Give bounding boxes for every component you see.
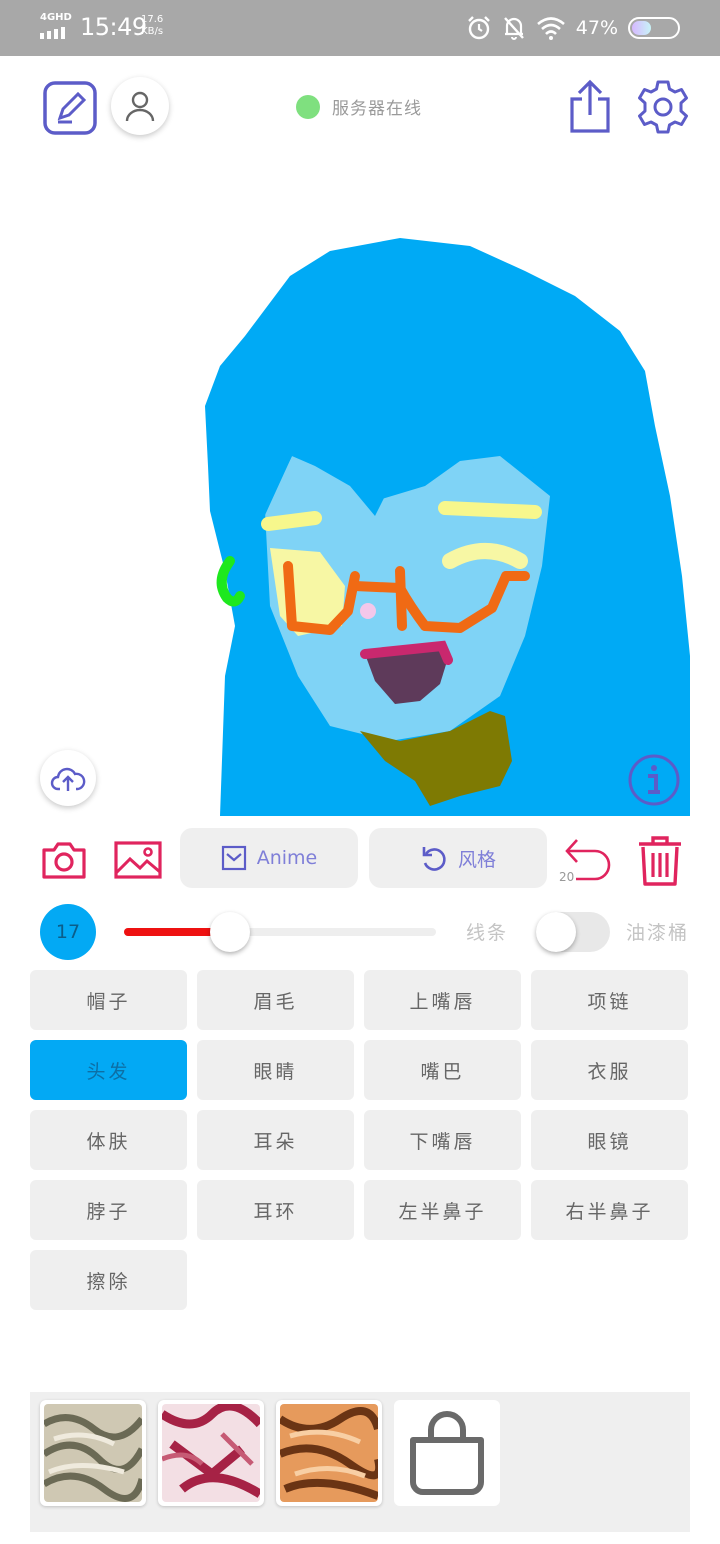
share-icon — [570, 79, 610, 133]
part-button[interactable]: 耳朵 — [197, 1110, 354, 1170]
nose-stroke — [360, 603, 376, 619]
part-button[interactable]: 头发 — [30, 1040, 187, 1100]
part-button[interactable]: 下嘴唇 — [364, 1110, 521, 1170]
gallery-button[interactable] — [112, 838, 164, 882]
texture-marble-orange — [280, 1404, 378, 1502]
server-status-dot — [296, 94, 320, 119]
profile-button[interactable] — [111, 77, 169, 135]
clock: 15:49 — [80, 13, 147, 41]
trash-icon — [639, 836, 681, 886]
settings-button[interactable] — [634, 78, 692, 136]
part-button[interactable]: 上嘴唇 — [364, 970, 521, 1030]
style-button[interactable]: 风格 — [369, 828, 547, 888]
info-button[interactable] — [626, 752, 682, 808]
brush-size-badge: 17 — [40, 904, 96, 960]
cloud-upload-button[interactable] — [40, 750, 96, 806]
network-speed-value: 17.6 — [141, 14, 164, 25]
anime-button[interactable]: Anime — [180, 828, 358, 888]
part-button[interactable]: 帽子 — [30, 970, 187, 1030]
part-button[interactable]: 左半鼻子 — [364, 1180, 521, 1240]
parts-grid: 帽子 眉毛 上嘴唇 项链头发 眼睛 嘴巴 衣服体肤 耳朵 下嘴唇 眼镜脖子 耳环 左半鼻子 右半鼻子擦除 — [30, 970, 690, 1310]
paint-bucket-label: 油漆桶 — [626, 922, 690, 944]
network-label: 4GHD — [40, 12, 72, 23]
network-speed: 17.6 KB/s — [141, 14, 163, 38]
share-button[interactable] — [564, 78, 616, 136]
part-button[interactable]: 项链 — [531, 970, 688, 1030]
edit-icon — [43, 81, 97, 135]
cloud-upload-icon — [50, 767, 86, 791]
style-button-label: 风格 — [457, 848, 496, 871]
wifi-icon — [536, 17, 565, 40]
status-bar: 4GHD 15:49 17.6 KB/s 47% — [0, 0, 720, 56]
part-button[interactable]: 右半鼻子 — [531, 1180, 688, 1240]
alarm-icon — [467, 16, 490, 40]
undo-count: 20 — [559, 870, 575, 884]
part-button[interactable]: 脖子 — [30, 1180, 187, 1240]
image-icon — [114, 841, 162, 879]
texture-tray — [30, 1392, 690, 1532]
texture-swatch[interactable] — [40, 1400, 146, 1506]
line-mode-label: 线条 — [466, 922, 509, 944]
part-button[interactable]: 衣服 — [531, 1040, 688, 1100]
edit-button[interactable] — [40, 78, 100, 138]
settings-icon — [638, 80, 688, 134]
battery-percent: 47% — [575, 17, 618, 39]
portrait-drawing — [205, 238, 690, 816]
texture-marble-red — [162, 1404, 260, 1502]
paint-bucket-toggle[interactable] — [536, 912, 610, 952]
part-button[interactable]: 擦除 — [30, 1250, 187, 1310]
part-button[interactable]: 嘴巴 — [364, 1040, 521, 1100]
anime-button-label: Anime — [256, 847, 318, 869]
camera-button[interactable] — [40, 838, 88, 882]
brush-size-slider-thumb[interactable] — [210, 912, 251, 952]
part-button[interactable]: 眼睛 — [197, 1040, 354, 1100]
brush-size-slider[interactable] — [124, 912, 436, 952]
texture-swatch[interactable] — [276, 1400, 382, 1506]
delete-button[interactable] — [634, 834, 686, 888]
drawing-canvas[interactable] — [30, 156, 690, 816]
texture-swatch[interactable] — [158, 1400, 264, 1506]
checkbox-mail-icon — [221, 845, 246, 871]
glasses-stroke — [395, 566, 407, 631]
part-button[interactable]: 眉毛 — [197, 970, 354, 1030]
part-button[interactable]: 耳环 — [197, 1180, 354, 1240]
camera-icon — [42, 842, 86, 879]
bell-muted-icon — [503, 17, 524, 40]
server-status: 服务器在线 — [296, 94, 422, 119]
server-status-text: 服务器在线 — [332, 99, 422, 119]
shopping-bag-icon — [410, 1411, 484, 1495]
signal-icon: 4GHD — [40, 13, 72, 39]
user-icon — [125, 91, 155, 122]
part-button[interactable]: 眼镜 — [531, 1110, 688, 1170]
eyebrow-stroke — [438, 501, 542, 519]
refresh-icon — [422, 847, 446, 871]
battery-icon — [628, 17, 680, 39]
eyebrow-stroke — [261, 511, 322, 531]
network-speed-unit: KB/s — [141, 26, 164, 37]
info-icon — [628, 754, 680, 806]
texture-marble-grey — [44, 1404, 142, 1502]
paint-bucket-toggle-knob — [536, 912, 576, 952]
top-toolbar: 服务器在线 — [0, 56, 720, 156]
part-button[interactable]: 体肤 — [30, 1110, 187, 1170]
texture-store-button[interactable] — [394, 1400, 500, 1506]
